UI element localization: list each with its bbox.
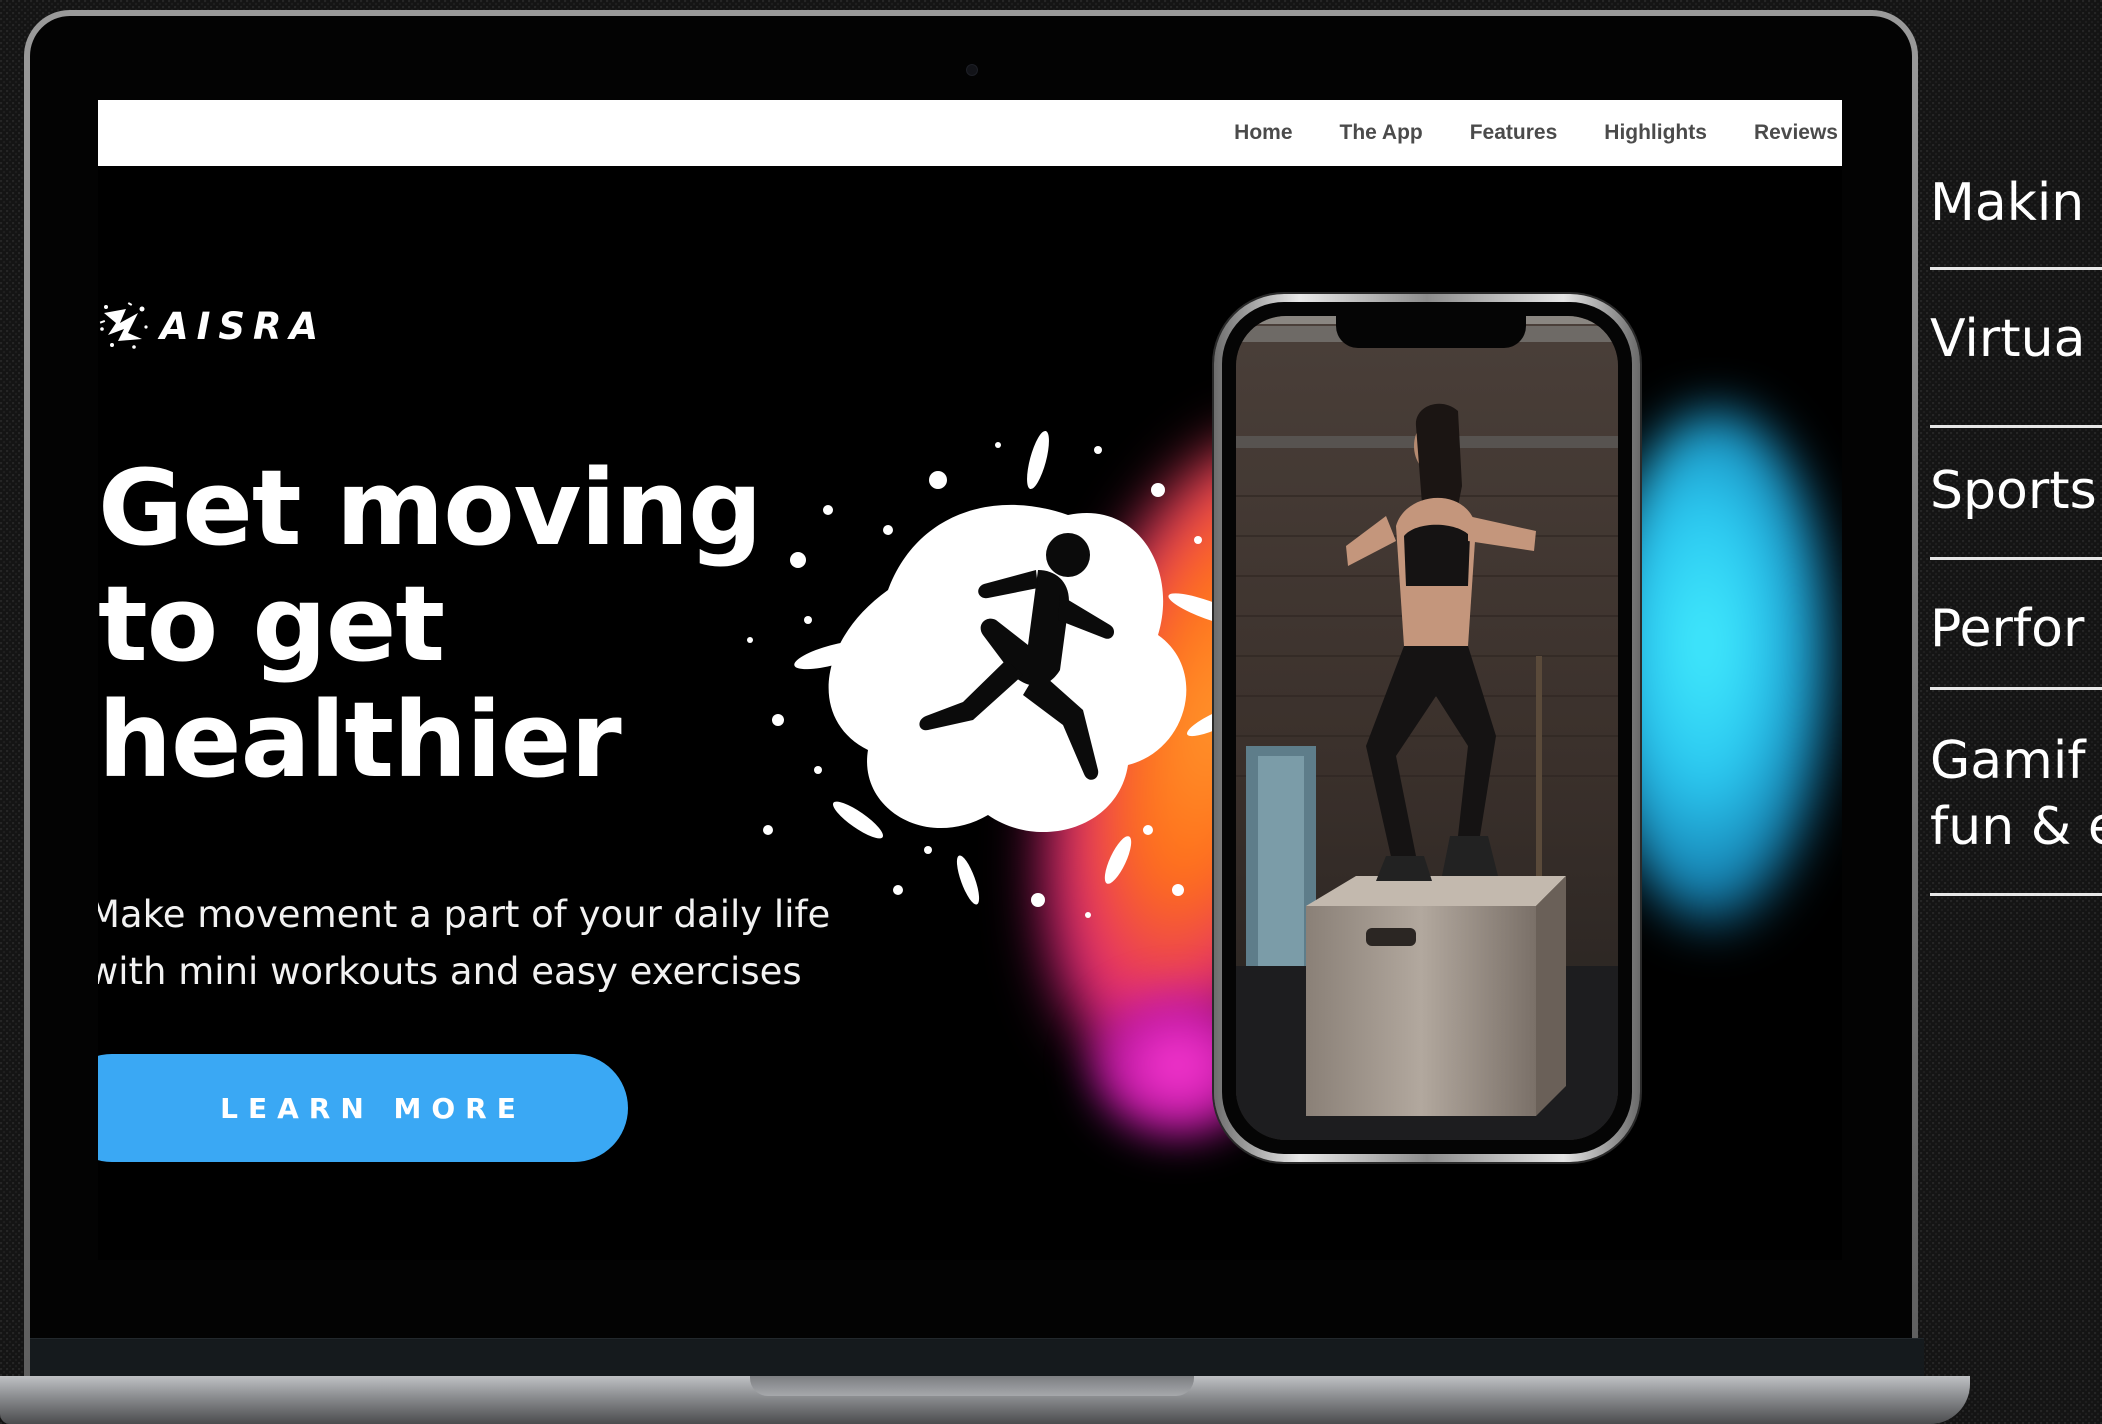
feature-item-1[interactable]: Makin — [1930, 164, 2102, 270]
website-viewport: Home The App Features Highlights Reviews… — [98, 100, 1842, 1260]
webcam-icon — [966, 64, 978, 76]
top-nav: Home The App Features Highlights Reviews — [98, 100, 1842, 166]
brand-logo-icon — [99, 302, 148, 349]
feature-item-4[interactable]: Perfor — [1930, 560, 2102, 690]
feature-item-3-label: Sports — [1930, 461, 2097, 521]
feature-item-1-label: Makin — [1930, 173, 2085, 233]
phone-bezel — [1222, 302, 1632, 1154]
nav-link-highlights[interactable]: Highlights — [1604, 121, 1707, 145]
hero-subtext-line-2: with mini workouts and easy exercises — [98, 950, 802, 993]
feature-item-4-label: Perfor — [1930, 599, 2085, 659]
feature-item-5-label: Gamif — [1930, 731, 2086, 791]
feature-item-2-label: Virtua — [1930, 309, 2086, 369]
nav-link-the-app[interactable]: The App — [1340, 121, 1423, 145]
feature-item-5[interactable]: Gamif fun & e — [1930, 690, 2102, 896]
brand-logo[interactable]: AISRA — [98, 296, 326, 356]
feature-item-3[interactable]: Sports — [1930, 428, 2102, 560]
nav-link-reviews[interactable]: Reviews — [1754, 121, 1838, 145]
laptop-opening-notch — [750, 1376, 1194, 1396]
learn-more-label: LEARN MORE — [220, 1091, 526, 1125]
learn-more-button[interactable]: LEARN MORE — [98, 1054, 628, 1162]
brand-name: AISRA — [160, 304, 327, 348]
feature-item-5-label-line-2: fun & e — [1930, 797, 2102, 857]
phone-notch — [1336, 316, 1526, 348]
phone-screen-photo — [1236, 316, 1618, 1140]
nav-link-home[interactable]: Home — [1234, 121, 1292, 145]
gym-photo — [1236, 316, 1618, 1140]
phone-mockup — [1214, 294, 1640, 1162]
feature-item-2[interactable]: Virtua — [1930, 270, 2102, 428]
feature-list: Makin Virtua Sports Perfor Gamif fun & e — [1930, 164, 2102, 896]
nav-link-features[interactable]: Features — [1470, 121, 1558, 145]
